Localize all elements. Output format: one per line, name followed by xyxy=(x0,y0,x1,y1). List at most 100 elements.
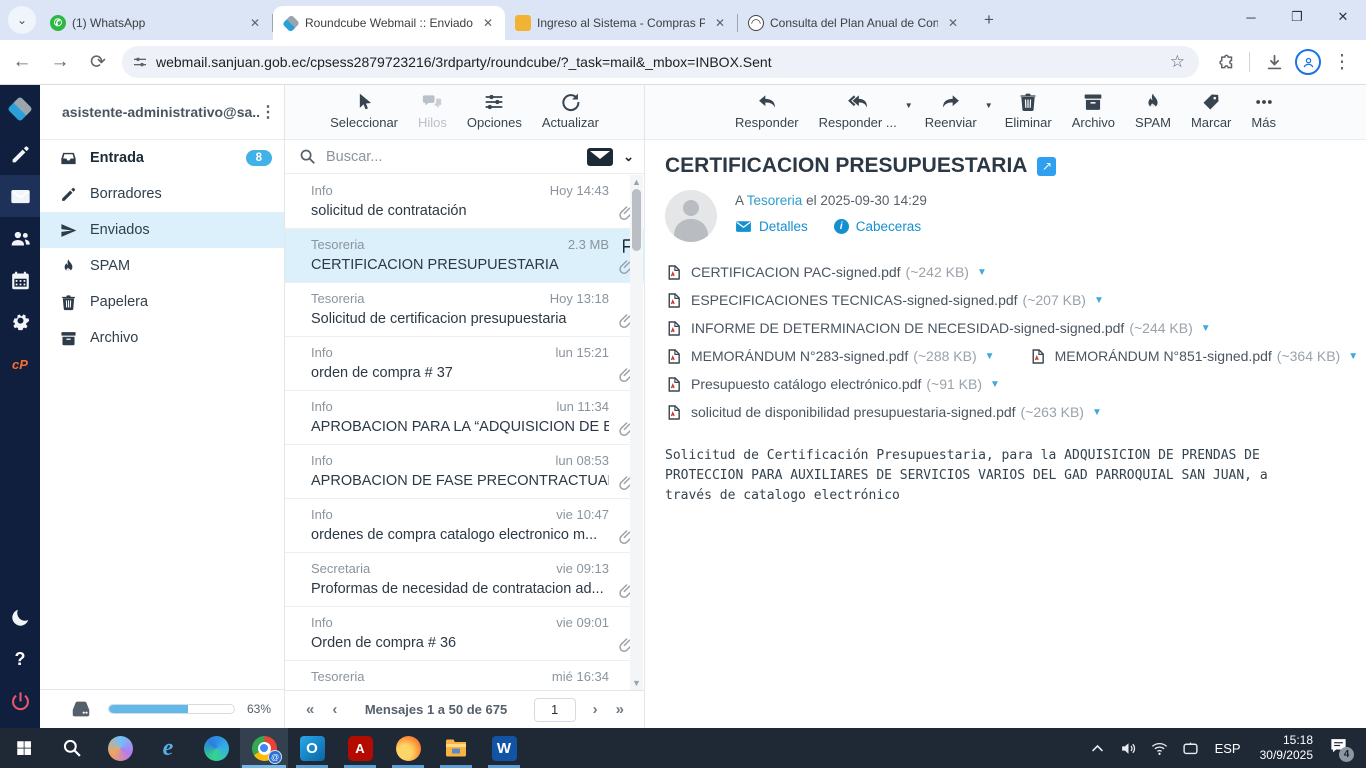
threads-button[interactable]: Hilos xyxy=(408,85,457,130)
attachment-item[interactable]: MEMORÁNDUM N°851-signed.pdf (~364 KB) ▼ xyxy=(1029,342,1358,370)
message-row[interactable]: Info lun 08:53 APROBACION DE FASE PRECONT… xyxy=(285,445,645,499)
back-icon[interactable]: ← xyxy=(6,46,38,78)
chrome-icon[interactable]: @ xyxy=(240,728,288,768)
tab-whatsapp[interactable]: ✆ (1) WhatsApp ✕ xyxy=(40,6,272,40)
url-text[interactable]: webmail.sanjuan.gob.ec/cpsess2879723216/… xyxy=(156,54,1166,70)
close-window-button[interactable]: ✕ xyxy=(1320,0,1366,34)
message-row[interactable]: Tesoreria mié 16:34 xyxy=(285,661,645,690)
attachment-item[interactable]: INFORME DE DETERMINACION DE NECESIDAD-si… xyxy=(665,314,1211,342)
recipient-link[interactable]: Tesoreria xyxy=(747,193,803,208)
address-bar[interactable]: webmail.sanjuan.gob.ec/cpsess2879723216/… xyxy=(122,46,1199,78)
compose-icon[interactable] xyxy=(0,133,40,175)
message-row[interactable]: Info vie 09:01 Orden de compra # 36 xyxy=(285,607,645,661)
logout-power-icon[interactable] xyxy=(0,680,40,722)
attachment-item[interactable]: Presupuesto catálogo electrónico.pdf (~9… xyxy=(665,370,1000,398)
file-explorer-icon[interactable] xyxy=(432,728,480,768)
reload-icon[interactable]: ⟳ xyxy=(82,46,114,78)
prev-page-icon[interactable]: ‹ xyxy=(323,701,346,718)
notification-center-icon[interactable]: 4 xyxy=(1323,736,1360,762)
start-button[interactable] xyxy=(0,728,48,768)
tab-close-icon[interactable]: ✕ xyxy=(246,14,264,32)
outlook-icon[interactable]: O xyxy=(288,728,336,768)
dark-mode-moon-icon[interactable] xyxy=(0,596,40,638)
tab-close-icon[interactable]: ✕ xyxy=(479,14,497,32)
message-row[interactable]: Info vie 10:47 ordenes de compra catalogo… xyxy=(285,499,645,553)
select-button[interactable]: Seleccionar xyxy=(320,85,408,130)
downloads-icon[interactable] xyxy=(1258,46,1290,78)
taskbar-search-icon[interactable] xyxy=(48,728,96,768)
mark-button[interactable]: Marcar xyxy=(1181,85,1241,130)
bookmark-star-icon[interactable]: ☆ xyxy=(1166,52,1189,72)
attachment-caret-icon[interactable]: ▼ xyxy=(985,351,995,362)
sidebar-item-entrada[interactable]: Entrada 8 xyxy=(40,140,284,176)
wifi-icon[interactable] xyxy=(1144,740,1175,757)
page-number-input[interactable] xyxy=(533,697,576,722)
message-row[interactable]: Info lun 15:21 orden de compra # 37 xyxy=(285,337,645,391)
attachment-item[interactable]: ESPECIFICACIONES TECNICAS-signed-signed.… xyxy=(665,286,1104,314)
attachment-caret-icon[interactable]: ▼ xyxy=(1348,351,1358,362)
language-indicator[interactable]: ESP xyxy=(1206,741,1250,756)
search-scope-mail-icon[interactable] xyxy=(587,147,614,166)
minimize-button[interactable]: ─ xyxy=(1228,0,1274,34)
open-in-new-window-icon[interactable]: ↗ xyxy=(1037,156,1057,176)
mail-icon[interactable] xyxy=(0,175,40,217)
sidebar-item-papelera[interactable]: Papelera xyxy=(40,284,284,320)
tab-compras-publicas[interactable]: Ingreso al Sistema - Compras P ✕ xyxy=(505,6,737,40)
message-row[interactable]: Info lun 11:34 APROBACION PARA LA “ADQUIS… xyxy=(285,391,645,445)
reply-button[interactable]: Responder xyxy=(725,85,809,130)
new-tab-button[interactable]: + xyxy=(976,7,1002,33)
profile-icon[interactable] xyxy=(1292,46,1324,78)
search-options-chevron-icon[interactable]: ⌄ xyxy=(623,149,634,165)
forward-icon[interactable]: → xyxy=(44,46,76,78)
cast-icon[interactable] xyxy=(1175,740,1206,757)
last-page-icon[interactable]: » xyxy=(607,701,633,718)
headers-link[interactable]: i Cabeceras xyxy=(833,219,921,234)
forward-button[interactable]: Reenviar ▼ xyxy=(915,85,995,130)
help-icon[interactable]: ? xyxy=(0,638,40,680)
attachment-caret-icon[interactable]: ▼ xyxy=(1094,295,1104,306)
cpanel-icon[interactable]: cP xyxy=(0,343,40,385)
attachment-item[interactable]: CERTIFICACION PAC-signed.pdf (~242 KB) ▼ xyxy=(665,258,987,286)
tab-plan-anual[interactable]: ◠ Consulta del Plan Anual de Con ✕ xyxy=(738,6,970,40)
extensions-icon[interactable] xyxy=(1211,46,1243,78)
scroll-down-icon[interactable]: ▼ xyxy=(632,678,641,688)
attachment-caret-icon[interactable]: ▼ xyxy=(990,379,1000,390)
tab-roundcube[interactable]: Roundcube Webmail :: Enviados ✕ xyxy=(273,6,505,40)
search-input[interactable] xyxy=(326,148,588,165)
first-page-icon[interactable]: « xyxy=(297,701,323,718)
more-button[interactable]: Más xyxy=(1241,85,1286,130)
browser-menu-icon[interactable]: ⋮ xyxy=(1326,46,1358,78)
tab-close-icon[interactable]: ✕ xyxy=(711,14,729,32)
edge-icon[interactable] xyxy=(192,728,240,768)
internet-explorer-icon[interactable]: e xyxy=(144,728,192,768)
settings-gear-icon[interactable] xyxy=(0,301,40,343)
account-menu-icon[interactable]: ⋮ xyxy=(260,102,276,122)
next-page-icon[interactable]: › xyxy=(584,701,607,718)
sidebar-item-enviados[interactable]: Enviados xyxy=(40,212,284,248)
hidden-icons-chevron-icon[interactable] xyxy=(1082,740,1113,757)
reply-all-button[interactable]: Responder ... ▼ xyxy=(809,85,915,130)
firefox-icon[interactable] xyxy=(384,728,432,768)
list-scrollbar[interactable]: ▲ ▼ xyxy=(630,175,643,690)
message-row[interactable]: Info Hoy 14:43 solicitud de contratación xyxy=(285,175,645,229)
attachment-caret-icon[interactable]: ▼ xyxy=(1092,407,1102,418)
refresh-button[interactable]: Actualizar xyxy=(532,85,609,130)
sidebar-item-borradores[interactable]: Borradores xyxy=(40,176,284,212)
word-icon[interactable]: W xyxy=(480,728,528,768)
options-button[interactable]: Opciones xyxy=(457,85,532,130)
clock[interactable]: 15:18 30/9/2025 xyxy=(1250,733,1323,763)
forward-caret-icon[interactable]: ▼ xyxy=(985,101,993,110)
sidebar-item-archivo[interactable]: Archivo xyxy=(40,320,284,356)
attachment-item[interactable]: solicitud de disponibilidad presupuestar… xyxy=(665,398,1102,426)
details-link[interactable]: Detalles xyxy=(735,218,808,235)
attachment-caret-icon[interactable]: ▼ xyxy=(977,267,987,278)
scrollbar-thumb[interactable] xyxy=(632,189,641,251)
message-row[interactable]: Secretaria vie 09:13 Proformas de necesid… xyxy=(285,553,645,607)
attachment-caret-icon[interactable]: ▼ xyxy=(1201,323,1211,334)
attachment-item[interactable]: MEMORÁNDUM N°283-signed.pdf (~288 KB) ▼ xyxy=(665,342,995,370)
delete-button[interactable]: Eliminar xyxy=(995,85,1062,130)
maximize-button[interactable]: ❐ xyxy=(1274,0,1320,34)
copilot-icon[interactable] xyxy=(96,728,144,768)
tab-close-icon[interactable]: ✕ xyxy=(944,14,962,32)
tab-search-chevron-icon[interactable]: ⌄ xyxy=(8,6,36,34)
